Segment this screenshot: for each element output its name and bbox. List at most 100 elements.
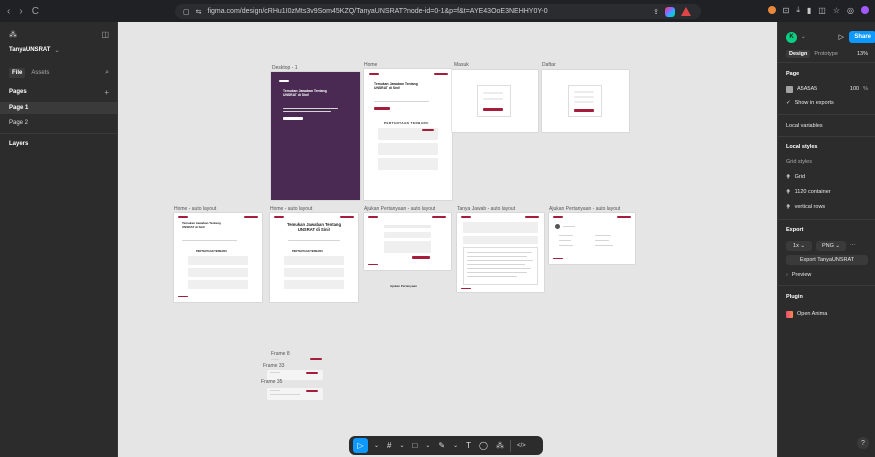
frame-home-auto-2[interactable]: Temukan Jawaban Tentang UNSRAT di Sini! …	[270, 213, 358, 302]
search-icon[interactable]: ⌕	[105, 69, 109, 77]
reload-button[interactable]: C	[32, 6, 39, 17]
frame-label[interactable]: Ajukan Pertanyaan - auto layout	[364, 206, 435, 212]
chevron-down-icon[interactable]: ⌄	[423, 438, 432, 453]
help-button[interactable]: ?	[857, 437, 869, 449]
share-button[interactable]: Share	[849, 31, 875, 43]
cast-icon[interactable]: ⊡	[783, 6, 790, 15]
preview-toggle[interactable]: › Preview	[778, 270, 875, 280]
page-header: Page	[786, 71, 800, 77]
site-info-icon[interactable]: ⇆	[196, 8, 202, 16]
frame-ajukan-auto-1[interactable]	[364, 213, 451, 270]
grid-icon: ⋕	[786, 189, 791, 195]
grid-style-item[interactable]: ⋕ Grid	[778, 172, 875, 182]
frame-label[interactable]: Home - auto layout	[174, 206, 216, 212]
reading-list-icon[interactable]: ▮	[807, 6, 811, 15]
page-item-2[interactable]: Page 2	[0, 117, 118, 129]
dev-mode-toggle[interactable]: </>	[515, 438, 528, 453]
chevron-down-icon[interactable]: ⌄	[451, 438, 460, 453]
panel-toggle-icon[interactable]: ◫	[101, 30, 109, 39]
chevron-down-icon[interactable]: ⌄	[372, 438, 381, 453]
file-name[interactable]: TanyaUNSRAT	[9, 47, 50, 53]
color-swatch[interactable]	[786, 85, 793, 93]
present-icon[interactable]: ▷	[839, 33, 844, 41]
show-in-exports-row[interactable]: ✓ Show in exports	[778, 98, 875, 108]
grid-style-item[interactable]: ⋕ 1120 container	[778, 187, 875, 197]
chevron-down-icon[interactable]: ⌄	[397, 438, 406, 453]
frame-desktop[interactable]: Temukan Jawaban Tentang UNSRAT di Sini!	[271, 72, 360, 200]
export-format-select[interactable]: PNG ⌄	[816, 240, 846, 251]
frame-tanya-jawab[interactable]	[457, 213, 544, 292]
back-button[interactable]: ‹	[7, 6, 10, 17]
plugin-label: Open Anima	[797, 311, 828, 317]
text-tool[interactable]: T	[464, 438, 473, 453]
chevron-down-icon[interactable]: ⌄	[54, 47, 59, 54]
plugin-item[interactable]: Open Anima	[778, 309, 875, 319]
address-bar[interactable]: ▢ ⇆ figma.com/design/cRHu1I0zMts3v9Som45…	[175, 4, 701, 19]
frame-tool[interactable]: #	[385, 438, 393, 453]
tab-design[interactable]: Design	[786, 50, 811, 58]
frame-ajukan-auto-2[interactable]	[549, 213, 635, 264]
comment-tool[interactable]: ◯	[477, 438, 490, 453]
more-options-icon[interactable]: ⋯	[850, 243, 856, 249]
warning-extension-icon[interactable]	[681, 7, 691, 16]
hero-title: Temukan Jawaban Tentang UNSRAT di Sini!	[283, 89, 327, 98]
frame-label[interactable]: Daftar	[542, 62, 556, 68]
chevron-down-icon[interactable]: ⌄	[801, 34, 806, 40]
tab-file[interactable]: File	[9, 68, 26, 78]
page-opacity-value[interactable]: 100	[850, 86, 859, 92]
local-styles-header: Local styles	[786, 144, 818, 150]
right-panel: K ⌄ ▷ Share Design Prototype 13% Page A5…	[777, 22, 875, 457]
tab-prototype[interactable]: Prototype	[814, 51, 838, 57]
share-tab-icon[interactable]: ⇪	[653, 8, 659, 16]
forward-button[interactable]: ›	[19, 6, 22, 17]
add-page-icon[interactable]: +	[104, 88, 109, 97]
frame-label[interactable]: Frame 33	[263, 363, 284, 369]
left-panel: ⁂ ◫ TanyaUNSRAT ⌄ File Assets ⌕ Pages + …	[0, 22, 118, 457]
sidebar-icon[interactable]: ◫	[818, 6, 826, 15]
frame-label[interactable]: Tanya Jawab - auto layout	[457, 206, 515, 212]
ajukan-caption: Ajukan Pertanyaan	[390, 284, 418, 288]
export-button[interactable]: Export TanyaUNSRAT	[786, 255, 868, 265]
frame-label[interactable]: Desktop - 1	[272, 65, 298, 71]
extension-icon-1[interactable]	[767, 6, 776, 14]
frame-home-auto-1[interactable]: Temukan Jawaban Tentang UNSRAT di Sini! …	[174, 213, 262, 302]
canvas[interactable]: Desktop - 1 Temukan Jawaban Tentang UNSR…	[118, 22, 777, 457]
frame-label[interactable]: Ajukan Pertanyaan - auto layout	[549, 206, 620, 212]
local-variables-link[interactable]: Local variables	[786, 123, 823, 129]
pen-tool[interactable]: ✎	[436, 438, 447, 453]
grid-style-item[interactable]: ⋕ vertical rows	[778, 202, 875, 212]
frame-label[interactable]: Frame 35	[261, 379, 282, 385]
divider	[778, 114, 875, 115]
page-color-value[interactable]: A5A5A5	[797, 86, 817, 92]
grid-style-label: Grid	[794, 174, 805, 180]
page-fill-row[interactable]: A5A5A5 100 %	[778, 84, 875, 94]
figma-extension-icon[interactable]	[665, 6, 675, 17]
check-icon[interactable]: ✓	[786, 100, 791, 106]
menu-icon[interactable]	[861, 6, 869, 14]
avatar[interactable]: K	[786, 31, 797, 43]
divider	[0, 133, 118, 134]
move-tool[interactable]: ▷	[353, 438, 368, 453]
actions-tool[interactable]: ⁂	[494, 438, 506, 453]
tab-assets[interactable]: Assets	[31, 70, 49, 76]
page-item-1[interactable]: Page 1	[0, 102, 118, 114]
frame-masuk[interactable]	[452, 70, 538, 132]
frame-daftar[interactable]	[542, 70, 629, 132]
frame-35[interactable]	[267, 388, 323, 400]
frame-label[interactable]: Home - auto layout	[270, 206, 312, 212]
plugin-header: Plugin	[786, 294, 803, 300]
zoom-level[interactable]: 13%	[857, 51, 868, 57]
download-icon[interactable]: ⤓	[796, 5, 800, 15]
profile-icon[interactable]: ◎	[847, 6, 854, 15]
shape-tool[interactable]: □	[411, 438, 420, 453]
layers-header: Layers	[9, 141, 29, 147]
frame-home[interactable]: Temukan Jawaban Tentang UNSRAT di Sini! …	[364, 69, 452, 200]
grid-styles-label: Grid styles	[786, 159, 812, 165]
divider	[778, 136, 875, 137]
export-scale-select[interactable]: 1x ⌄	[786, 240, 812, 251]
frame-label[interactable]: Masuk	[454, 62, 469, 68]
tools-toolbar: ▷ ⌄ # ⌄ □ ⌄ ✎ ⌄ T ◯ ⁂ </>	[349, 436, 543, 455]
bookmark-icon[interactable]: ☆	[833, 6, 840, 15]
frame-label[interactable]: Home	[364, 62, 377, 68]
figma-menu-icon[interactable]: ⁂	[9, 30, 17, 39]
